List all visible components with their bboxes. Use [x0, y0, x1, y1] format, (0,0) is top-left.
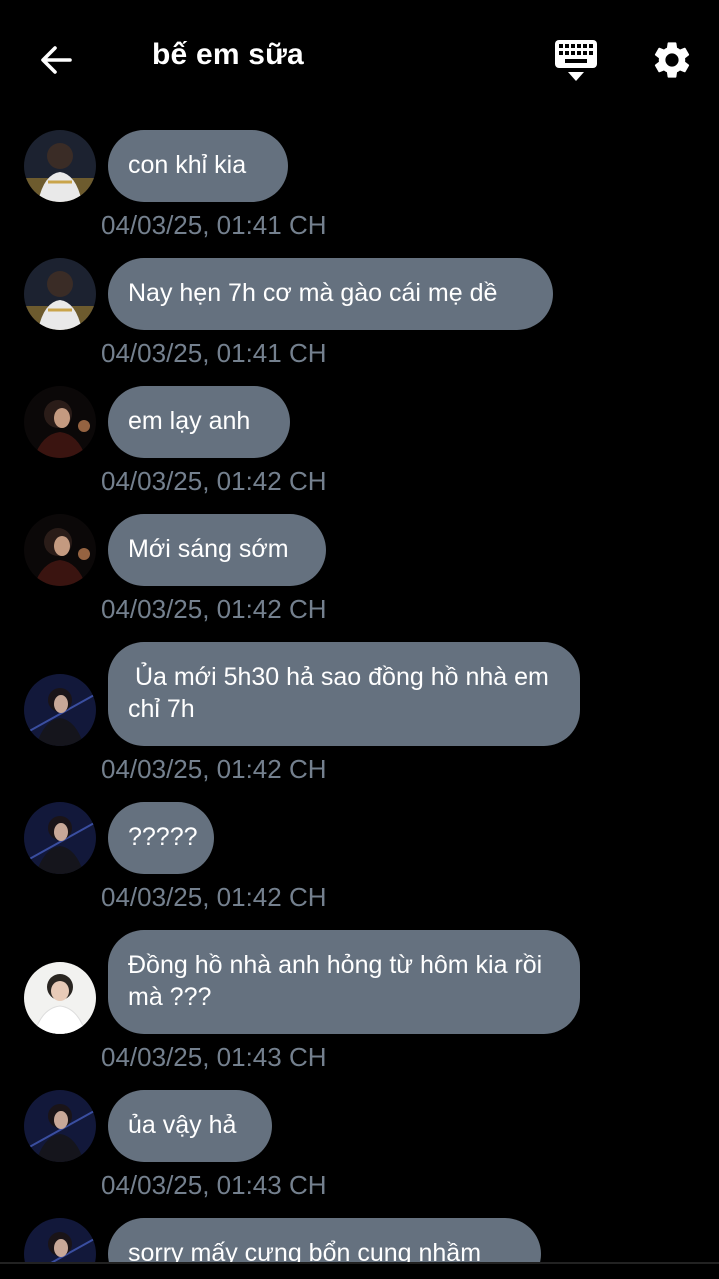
bottom-divider — [0, 1262, 719, 1264]
message-timestamp: 04/03/25, 01:42 CH — [101, 594, 327, 624]
message-bubble[interactable]: Ủa mới 5h30 hả sao đồng hồ nhà em chỉ 7h — [108, 642, 580, 746]
message-bubble[interactable]: ????? — [108, 802, 214, 874]
message-bubble[interactable]: em lạy anh — [108, 386, 290, 458]
message-bubble[interactable]: Đồng hồ nhà anh hỏng từ hôm kia rồi mà ?… — [108, 930, 580, 1034]
settings-button[interactable] — [650, 38, 694, 82]
avatar[interactable] — [24, 514, 96, 586]
message-list[interactable]: con khỉ kia 04/03/25, 01:41 CH Nay hẹn 7… — [0, 118, 719, 1262]
message-bubble[interactable]: sorry mấy cưng bổn cung nhầm — [108, 1218, 541, 1262]
message-bubble[interactable]: con khỉ kia — [108, 130, 288, 202]
avatar[interactable] — [24, 802, 96, 874]
keyboard-button[interactable] — [553, 38, 599, 84]
back-button[interactable] — [36, 40, 76, 80]
message-timestamp: 04/03/25, 01:41 CH — [101, 210, 327, 240]
message-bubble[interactable]: ủa vậy hả — [108, 1090, 272, 1162]
avatar[interactable] — [24, 962, 96, 1034]
message-timestamp: 04/03/25, 01:42 CH — [101, 466, 327, 496]
message-timestamp: 04/03/25, 01:43 CH — [101, 1042, 327, 1072]
avatar[interactable] — [24, 386, 96, 458]
gear-icon — [654, 42, 690, 78]
message-timestamp: 04/03/25, 01:43 CH — [101, 1170, 327, 1200]
message-bubble[interactable]: Mới sáng sớm — [108, 514, 326, 586]
message-bubble[interactable]: Nay hẹn 7h cơ mà gào cái mẹ dề — [108, 258, 553, 330]
message-timestamp: 04/03/25, 01:42 CH — [101, 754, 327, 784]
chat-header: bế em sữa — [0, 0, 719, 118]
chat-title: bế em sữa — [152, 38, 304, 71]
message-timestamp: 04/03/25, 01:42 CH — [101, 882, 327, 912]
keyboard-icon — [555, 40, 597, 81]
arrow-left-icon — [41, 46, 72, 74]
message-timestamp: 04/03/25, 01:41 CH — [101, 338, 327, 368]
avatar[interactable] — [24, 1218, 96, 1262]
avatar[interactable] — [24, 1090, 96, 1162]
avatar[interactable] — [24, 674, 96, 746]
avatar[interactable] — [24, 130, 96, 202]
avatar[interactable] — [24, 258, 96, 330]
